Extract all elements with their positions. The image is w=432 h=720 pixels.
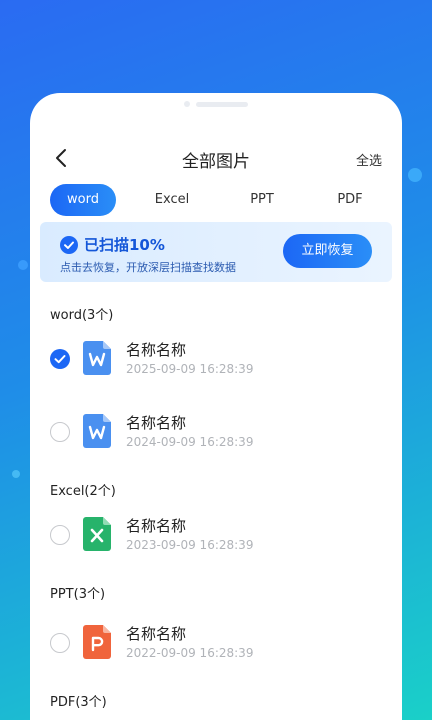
file-time: 2022-09-09 16:28:39	[126, 646, 254, 660]
checkbox-unchecked[interactable]	[50, 422, 70, 442]
file-row[interactable]: 名称名称 2025-09-09 16:28:39	[30, 335, 402, 383]
scan-status: 已扫描10%	[60, 234, 165, 255]
check-icon	[54, 355, 66, 364]
file-name: 名称名称	[126, 625, 187, 643]
file-row[interactable]: 名称名称 2022-09-09 16:28:39	[30, 619, 402, 667]
checkbox-checked[interactable]	[50, 349, 70, 369]
select-all-button[interactable]: 全选	[356, 150, 382, 169]
banner-notch	[396, 234, 402, 250]
section-title-ppt: PPT(3个)	[50, 587, 106, 602]
decor-dot	[12, 470, 20, 478]
file-time: 2023-09-09 16:28:39	[126, 538, 254, 552]
banner-notch	[30, 234, 36, 250]
file-type-tabs: word Excel PPT PDF	[50, 184, 390, 216]
checkbox-unchecked[interactable]	[50, 633, 70, 653]
camera-dot	[184, 101, 190, 107]
file-time: 2024-09-09 16:28:39	[126, 435, 254, 449]
file-name: 名称名称	[126, 414, 187, 432]
header: 全部图片 全选	[30, 145, 402, 172]
file-name: 名称名称	[126, 517, 187, 535]
section-title-pdf: PDF(3个)	[50, 695, 107, 710]
tab-pdf[interactable]: PDF	[330, 184, 370, 216]
banner-notch	[396, 263, 402, 279]
scan-status-text: 已扫描10%	[84, 236, 165, 254]
checkbox-unchecked[interactable]	[50, 525, 70, 545]
scan-hint: 点击去恢复，开放深层扫描查找数据	[60, 261, 236, 274]
word-file-icon	[83, 341, 111, 375]
ppt-file-icon	[83, 625, 111, 659]
section-title-excel: Excel(2个)	[50, 484, 116, 499]
section-title-word: word(3个)	[50, 308, 114, 323]
decor-dot	[408, 168, 422, 182]
file-name: 名称名称	[126, 341, 187, 359]
phone-screen: 全部图片 全选 word Excel PPT PDF 已扫描10% 点击去恢复，…	[30, 93, 402, 720]
speaker-bar	[196, 101, 248, 107]
word-file-icon	[83, 414, 111, 448]
restore-now-button[interactable]: 立即恢复	[283, 234, 372, 268]
file-time: 2025-09-09 16:28:39	[126, 362, 254, 376]
decor-dot	[18, 260, 28, 270]
excel-file-icon	[83, 517, 111, 551]
tab-excel[interactable]: Excel	[148, 184, 196, 216]
file-row[interactable]: 名称名称 2024-09-09 16:28:39	[30, 408, 402, 456]
tab-word[interactable]: word	[50, 184, 116, 216]
check-circle-icon	[60, 235, 78, 254]
page-title: 全部图片	[182, 152, 250, 172]
scan-banner: 已扫描10% 点击去恢复，开放深层扫描查找数据 立即恢复	[40, 222, 392, 282]
file-row[interactable]: 名称名称 2023-09-09 16:28:39	[30, 511, 402, 559]
banner-notch	[30, 263, 36, 279]
tab-ppt[interactable]: PPT	[242, 184, 282, 216]
phone-notch	[184, 101, 248, 107]
